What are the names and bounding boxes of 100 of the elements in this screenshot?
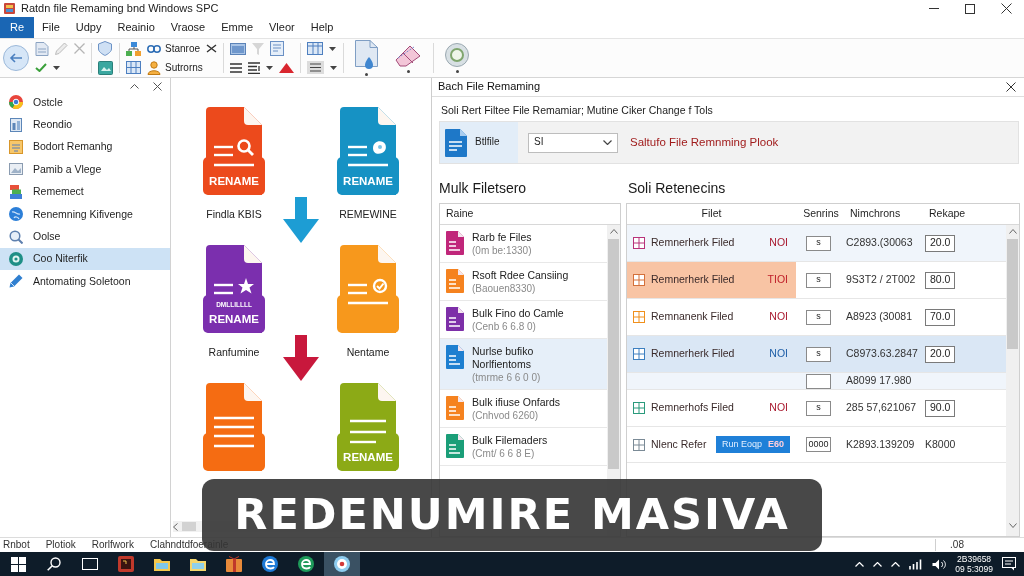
dot-icon[interactable] (365, 73, 369, 76)
sidebar-item[interactable]: Renemning Kifivenge (0, 202, 170, 226)
table-row[interactable]: Remnerherk Filed TIOI s 9S3T2 / 2T002 80.0 (627, 262, 1006, 299)
menu-item[interactable]: Vleor (261, 17, 303, 38)
table-icon[interactable] (307, 42, 324, 55)
toolbar-button[interactable]: Sutrorns (147, 60, 203, 75)
sidebar-item[interactable]: Ostcle (0, 91, 170, 114)
lines-icon[interactable] (307, 61, 325, 74)
sequence-field[interactable]: s (806, 346, 831, 362)
signal-icon[interactable] (909, 558, 924, 570)
sidebar-item[interactable]: Coo Niterfik (0, 247, 170, 271)
scrollbar-thumb[interactable] (608, 239, 619, 469)
tile-caption: REMEWINE (339, 208, 397, 221)
close-icon[interactable] (1000, 3, 1012, 14)
menu-item[interactable]: File (34, 17, 68, 38)
check-icon[interactable] (35, 63, 47, 72)
menu-item[interactable]: Vraose (162, 17, 214, 38)
document-icon[interactable] (355, 40, 379, 70)
caret-icon[interactable] (53, 65, 60, 70)
caret-icon[interactable] (266, 65, 274, 70)
result-field[interactable]: 70.0 (925, 308, 956, 326)
status-code: NOI (769, 347, 789, 361)
sidebar-item[interactable]: Reondio (0, 113, 170, 136)
sequence-field[interactable]: s (806, 272, 831, 288)
scrollbar-thumb[interactable] (1007, 239, 1018, 349)
maximize-icon[interactable] (965, 3, 975, 14)
back-button[interactable] (3, 45, 29, 71)
toolbar-button[interactable]: Stanroe (147, 41, 201, 56)
taskbar-button[interactable] (324, 552, 360, 576)
grid-icon[interactable] (126, 61, 141, 74)
menu-item[interactable]: Emme (213, 17, 262, 38)
dropdown-value: SI (534, 136, 544, 149)
pen-icon (9, 274, 23, 289)
source-tab[interactable]: Btlfile (440, 122, 518, 163)
column-header: Senrins (802, 207, 840, 221)
menu-item[interactable]: Re (0, 17, 35, 38)
menu-item[interactable]: Udpy (67, 17, 110, 38)
run-button[interactable]: Run Eoqp E60 (715, 435, 790, 454)
window-icon[interactable] (230, 42, 247, 55)
sidebar-item[interactable]: Bodort Remanhg (0, 135, 170, 159)
person-icon (147, 60, 161, 75)
tile-label: RENAME (343, 175, 393, 187)
sequence-field[interactable]: s (806, 400, 831, 416)
sidebar-item[interactable]: Antomating Soletoon (0, 270, 170, 293)
notification-icon[interactable] (1002, 557, 1016, 571)
cross-icon[interactable] (206, 44, 218, 53)
result-field[interactable]: 90.0 (925, 399, 956, 417)
panel-title: Bach File Remaming (438, 80, 541, 94)
clock-text[interactable]: 2B39658 (955, 554, 993, 564)
menu-item[interactable]: Help (302, 17, 342, 38)
file-name: Remnerherk Filed (651, 236, 735, 250)
list-icon[interactable] (230, 62, 243, 73)
file-list-item[interactable]: Nurlse bufiko Norlfientoms (tmrme 6 6 0 0) (440, 339, 607, 390)
book-icon[interactable] (270, 41, 285, 56)
sequence-field[interactable]: s (806, 309, 831, 325)
speaker-icon[interactable] (932, 558, 947, 570)
file-detail: (Cmt/ 6 6 8 E) (472, 447, 536, 460)
scrollbar-thumb[interactable] (182, 522, 196, 531)
chevron-icon[interactable] (130, 83, 139, 89)
result-field[interactable]: 20.0 (925, 234, 956, 252)
sidebar-item[interactable]: Oolse (0, 225, 170, 248)
table-row[interactable]: Remnerherk Filed NOI s C8973.63.2847 20.0 (627, 336, 1006, 373)
clock-text[interactable]: 09 5:3099 (955, 564, 993, 574)
close-icon[interactable] (153, 81, 162, 91)
caret-icon[interactable] (330, 65, 338, 70)
dropdown[interactable]: SI (528, 132, 618, 153)
dot-icon[interactable] (406, 70, 410, 73)
caret-icon[interactable] (329, 46, 337, 51)
sidebar-item[interactable]: Rememect (0, 180, 170, 203)
file-list-item[interactable]: Bulk Filemaders (Cmt/ 6 6 8 E) (440, 428, 607, 466)
result-field[interactable]: 20.0 (925, 345, 956, 363)
source-label: Btlfile (475, 136, 500, 149)
app-icon (118, 556, 134, 572)
eraser-icon[interactable] (394, 43, 423, 67)
shield-icon[interactable] (98, 41, 112, 56)
table-row[interactable]: Remnerherk Filed NOI s C2893.(30063 20.0 (627, 225, 1006, 262)
table-row[interactable]: Nlenc Refer Run Eoqp E60 0000 K2893.139209 K8000 (627, 427, 1006, 463)
triangle-icon[interactable] (279, 62, 295, 73)
table-row[interactable]: Remnerhofs Filed NOI s 285 57,621067 90.0 (627, 390, 1006, 427)
result-field[interactable]: 80.0 (925, 271, 956, 289)
file-name: Remnerhofs Filed (651, 401, 734, 415)
network-icon[interactable] (126, 41, 141, 56)
range-text: C2893.(30063 (846, 236, 914, 250)
sequence-field[interactable]: 0000 (806, 437, 831, 452)
file-title: Bulk Fino do Camle (472, 307, 564, 320)
file-list-item[interactable]: Rarb fe Files (0m be:1330) (440, 225, 607, 263)
disc-icon (9, 95, 23, 110)
align-icon[interactable] (248, 61, 261, 74)
close-icon[interactable] (1006, 82, 1016, 92)
table-row[interactable]: A8099 17.980 (627, 373, 1006, 390)
file-list-item[interactable]: Bulk ifiuse Onfards (Cnhvod 6260) (440, 390, 607, 428)
dot-icon[interactable] (455, 70, 459, 73)
menu-item[interactable]: Reainio (109, 17, 163, 38)
picture-icon[interactable] (98, 60, 113, 75)
sidebar-item[interactable]: Pamib a Vlege (0, 158, 170, 181)
sequence-field[interactable] (806, 373, 831, 389)
file-list-item[interactable]: Rsoft Rdee Cansiing (Baouen8330) (440, 263, 607, 301)
sequence-field[interactable]: s (806, 235, 831, 251)
file-detail: (Baouen8330) (472, 282, 537, 295)
file-detail: (tmrme 6 6 0 0) (472, 371, 541, 384)
